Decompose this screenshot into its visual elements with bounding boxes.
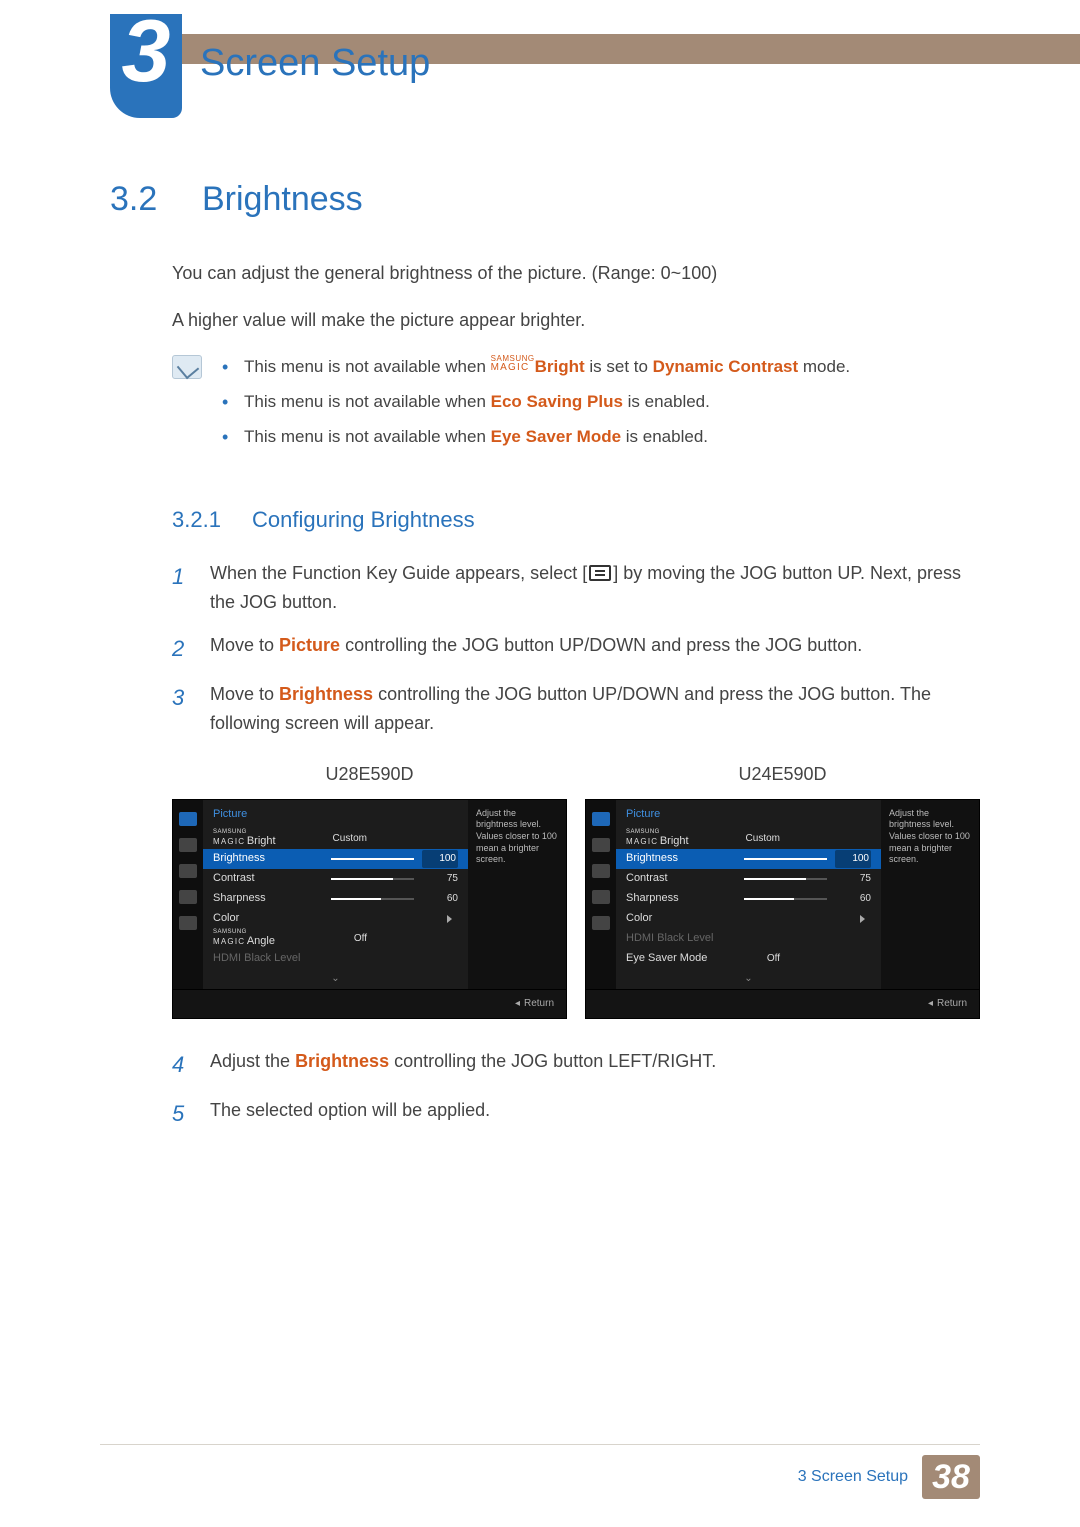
- osd-sidebar: [586, 800, 616, 990]
- osd-sidebar-icon: [179, 864, 197, 878]
- note-list: This menu is not available when SAMSUNGM…: [222, 353, 850, 459]
- steps-list-cont: 4 Adjust the Brightness controlling the …: [172, 1047, 980, 1131]
- osd-sidebar-icon: [592, 812, 610, 826]
- chapter-title: Screen Setup: [200, 42, 430, 85]
- content-area: 3.2 Brightness You can adjust the genera…: [110, 180, 980, 1145]
- osd-sidebar-icon: [179, 890, 197, 904]
- osd-row-sharpness: Sharpness60: [616, 889, 881, 909]
- osd-header: Picture: [616, 800, 881, 830]
- osd-panel: Picture SAMSUNGMAGICBrightCustomBrightne…: [172, 799, 567, 1020]
- note-item: This menu is not available when Eye Save…: [222, 423, 850, 450]
- osd-footer: ◂Return: [586, 989, 979, 1018]
- note-item: This menu is not available when SAMSUNGM…: [222, 353, 850, 380]
- intro-p2: A higher value will make the picture app…: [172, 306, 980, 335]
- osd-sidebar-icon: [592, 864, 610, 878]
- note-icon: [172, 355, 202, 379]
- section-number: 3.2: [110, 180, 172, 219]
- step-item: 5 The selected option will be applied.: [172, 1096, 980, 1131]
- note-item: This menu is not available when Eco Savi…: [222, 388, 850, 415]
- osd-column: U28E590D Picture SAMSUNGMAGICBrightCusto…: [172, 760, 567, 1019]
- osd-sidebar-icon: [592, 916, 610, 930]
- osd-help-text: Adjust the brightness level. Values clos…: [468, 800, 566, 990]
- osd-row-scroll: ⌄: [616, 969, 881, 989]
- osd-row-sharpness: Sharpness60: [203, 889, 468, 909]
- osd-header: Picture: [203, 800, 468, 830]
- osd-sidebar-icon: [179, 812, 197, 826]
- osd-row: SAMSUNGMAGICBrightCustom: [616, 829, 881, 849]
- osd-row: HDMI Black Level: [616, 929, 881, 949]
- step-item: 4 Adjust the Brightness controlling the …: [172, 1047, 980, 1082]
- note-block: This menu is not available when SAMSUNGM…: [172, 353, 980, 459]
- osd-model-title: U28E590D: [172, 760, 567, 789]
- page-footer: 3 Screen Setup 38: [0, 1455, 1080, 1499]
- osd-row-contrast: Contrast75: [616, 869, 881, 889]
- osd-help-text: Adjust the brightness level. Values clos…: [881, 800, 979, 990]
- intro-p1: You can adjust the general brightness of…: [172, 259, 980, 288]
- subsection-title: Configuring Brightness: [252, 502, 475, 537]
- osd-row: HDMI Black Level: [203, 949, 468, 969]
- osd-footer: ◂Return: [173, 989, 566, 1018]
- osd-sidebar-icon: [179, 916, 197, 930]
- page-number: 38: [922, 1455, 980, 1499]
- osd-panel: Picture SAMSUNGMAGICBrightCustomBrightne…: [585, 799, 980, 1020]
- osd-row-scroll: ⌄: [203, 969, 468, 989]
- osd-row-contrast: Contrast75: [203, 869, 468, 889]
- menu-icon: [589, 565, 611, 581]
- osd-row-brightness: Brightness100: [616, 849, 881, 869]
- osd-row: SAMSUNGMAGICBrightCustom: [203, 829, 468, 849]
- chapter-number: 3: [116, 6, 176, 96]
- osd-sidebar: [173, 800, 203, 990]
- osd-model-title: U24E590D: [585, 760, 980, 789]
- footer-text: 3 Screen Setup: [798, 1468, 908, 1486]
- steps-list: 1 When the Function Key Guide appears, s…: [172, 559, 980, 737]
- step-item: 1 When the Function Key Guide appears, s…: [172, 559, 980, 617]
- step-item: 3 Move to Brightness controlling the JOG…: [172, 680, 980, 738]
- osd-screenshots: U28E590D Picture SAMSUNGMAGICBrightCusto…: [172, 760, 980, 1019]
- osd-sidebar-icon: [592, 890, 610, 904]
- osd-sidebar-icon: [592, 838, 610, 852]
- osd-row: Color: [616, 909, 881, 929]
- osd-row-brightness: Brightness100: [203, 849, 468, 869]
- osd-row: SAMSUNGMAGICAngleOff: [203, 929, 468, 949]
- osd-sidebar-icon: [179, 838, 197, 852]
- osd-column: U24E590D Picture SAMSUNGMAGICBrightCusto…: [585, 760, 980, 1019]
- osd-row: Eye Saver ModeOff: [616, 949, 881, 969]
- footer-divider: [100, 1444, 980, 1445]
- section-title: Brightness: [202, 180, 363, 219]
- osd-row: Color: [203, 909, 468, 929]
- step-item: 2 Move to Picture controlling the JOG bu…: [172, 631, 980, 666]
- subsection-number: 3.2.1: [172, 502, 234, 537]
